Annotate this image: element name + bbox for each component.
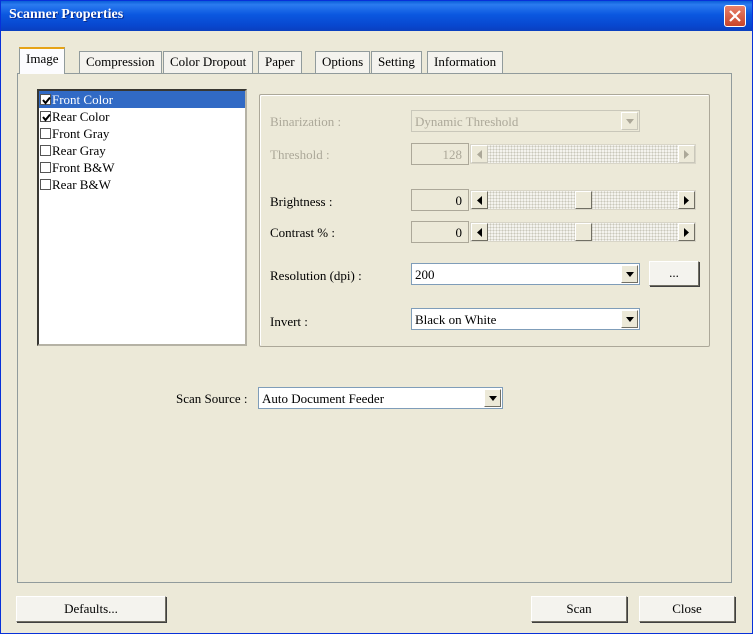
resolution-more-button[interactable]: ... [649, 261, 699, 286]
brightness-value-box[interactable]: 0 [411, 189, 469, 211]
tab-label: Image [26, 51, 59, 66]
triangle-left-icon [477, 150, 482, 159]
tab-compression[interactable]: Compression [79, 51, 162, 73]
contrast-value: 0 [455, 225, 463, 240]
triangle-down-icon [489, 396, 497, 401]
scan-source-label: Scan Source : [176, 391, 248, 406]
contrast-decrease-button[interactable] [471, 223, 488, 241]
close-x-icon [729, 10, 741, 22]
threshold-label: Threshold : [270, 147, 330, 162]
threshold-value-box: 128 [411, 143, 469, 165]
threshold-slider[interactable] [470, 144, 696, 164]
resolution-label: Resolution (dpi) : [270, 268, 362, 283]
list-item-front-color[interactable]: Front Color [39, 91, 245, 108]
more-button-label: ... [669, 265, 679, 280]
window-title: Scanner Properties [9, 7, 124, 22]
scan-button-label: Scan [566, 601, 592, 616]
brightness-increase-button[interactable] [678, 191, 695, 209]
resolution-dropdown-button[interactable] [621, 265, 638, 283]
close-window-button[interactable] [724, 5, 746, 27]
threshold-decrease-button[interactable] [471, 145, 488, 163]
list-item-label: Rear Color [52, 109, 110, 124]
check-mark-icon [42, 113, 51, 122]
tab-options[interactable]: Options [315, 51, 371, 73]
contrast-slider[interactable] [470, 222, 696, 242]
resolution-value: 200 [415, 267, 435, 282]
invert-value: Black on White [415, 312, 497, 327]
rear-bw-checkbox[interactable] [40, 179, 51, 190]
tab-image[interactable]: Image [19, 47, 66, 74]
check-mark-icon [42, 96, 51, 105]
triangle-left-icon [477, 196, 482, 205]
brightness-label: Brightness : [270, 194, 333, 209]
brightness-decrease-button[interactable] [471, 191, 488, 209]
scan-source-select[interactable]: Auto Document Feeder [258, 387, 503, 409]
title-bar[interactable]: Scanner Properties [1, 1, 752, 31]
rear-color-checkbox[interactable] [40, 111, 51, 122]
tab-label: Color Dropout [170, 54, 247, 69]
list-item-label: Rear Gray [52, 143, 106, 158]
triangle-down-icon [626, 119, 634, 124]
brightness-value: 0 [455, 193, 463, 208]
rear-gray-checkbox[interactable] [40, 145, 51, 156]
contrast-increase-button[interactable] [678, 223, 695, 241]
defaults-button-label: Defaults... [64, 601, 118, 616]
tab-label: Information [434, 54, 497, 69]
close-button[interactable]: Close [639, 596, 735, 622]
defaults-button[interactable]: Defaults... [16, 596, 166, 622]
tab-color-dropout[interactable]: Color Dropout [163, 51, 254, 73]
tab-information[interactable]: Information [427, 51, 504, 73]
invert-select[interactable]: Black on White [411, 308, 640, 330]
tab-label: Compression [86, 54, 155, 69]
front-gray-checkbox[interactable] [40, 128, 51, 139]
scan-button[interactable]: Scan [531, 596, 627, 622]
brightness-slider[interactable] [470, 190, 696, 210]
scanner-properties-window: Scanner Properties Image Compression Col… [0, 0, 753, 634]
list-item-label: Front Gray [52, 126, 110, 141]
binarization-select[interactable]: Dynamic Threshold [411, 110, 640, 132]
contrast-slider-thumb[interactable] [575, 223, 592, 241]
triangle-left-icon [477, 228, 482, 237]
front-bw-checkbox[interactable] [40, 162, 51, 173]
contrast-label: Contrast % : [270, 225, 335, 240]
list-item-front-gray[interactable]: Front Gray [39, 125, 245, 142]
image-type-list[interactable]: Front Color Rear Color Front Gray Rear G… [37, 89, 247, 346]
tab-label: Paper [265, 54, 295, 69]
close-button-label: Close [672, 601, 702, 616]
list-item-label: Front B&W [52, 160, 115, 175]
scan-source-dropdown-button[interactable] [484, 389, 501, 407]
tab-label: Setting [378, 54, 415, 69]
invert-dropdown-button[interactable] [621, 310, 638, 328]
list-item-front-bw[interactable]: Front B&W [39, 159, 245, 176]
invert-label: Invert : [270, 314, 308, 329]
triangle-down-icon [626, 317, 634, 322]
triangle-down-icon [626, 272, 634, 277]
list-item-rear-bw[interactable]: Rear B&W [39, 176, 245, 193]
list-item-label: Rear B&W [52, 177, 111, 192]
binarization-value: Dynamic Threshold [415, 114, 519, 129]
list-item-rear-color[interactable]: Rear Color [39, 108, 245, 125]
threshold-value: 128 [442, 147, 463, 162]
tab-paper[interactable]: Paper [258, 51, 302, 73]
list-item-rear-gray[interactable]: Rear Gray [39, 142, 245, 159]
triangle-right-icon [684, 228, 689, 237]
contrast-value-box[interactable]: 0 [411, 221, 469, 243]
tab-setting[interactable]: Setting [371, 51, 422, 73]
threshold-increase-button[interactable] [678, 145, 695, 163]
brightness-slider-thumb[interactable] [575, 191, 592, 209]
triangle-right-icon [684, 196, 689, 205]
resolution-select[interactable]: 200 [411, 263, 640, 285]
list-item-label: Front Color [52, 92, 114, 107]
scan-source-value: Auto Document Feeder [262, 391, 385, 406]
tab-label: Options [322, 54, 364, 69]
triangle-right-icon [684, 150, 689, 159]
binarization-label: Binarization : [270, 114, 342, 129]
binarization-dropdown-button[interactable] [621, 112, 638, 130]
front-color-checkbox[interactable] [40, 94, 51, 105]
